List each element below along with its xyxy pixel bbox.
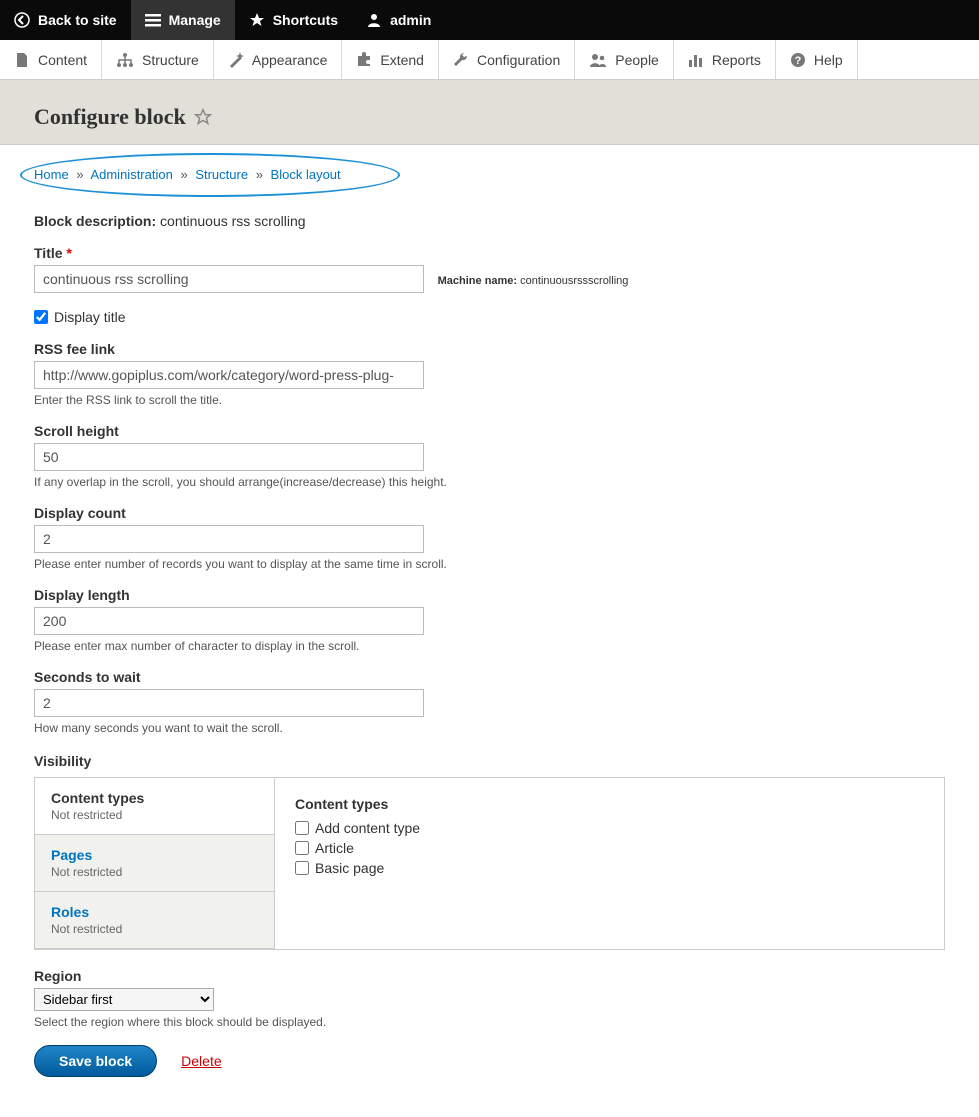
content-region: Home » Administration » Structure » Bloc…	[0, 145, 979, 1117]
reports-tab[interactable]: Reports	[674, 40, 776, 79]
opt-basic-page[interactable]: Basic page	[295, 860, 924, 876]
display-length-input[interactable]	[34, 607, 424, 635]
configuration-tab[interactable]: Configuration	[439, 40, 575, 79]
display-title-checkbox[interactable]	[34, 310, 48, 324]
admin-menu: Content Structure Appearance Extend Conf…	[0, 40, 979, 80]
visibility-tabs-nav: Content types Not restricted Pages Not r…	[35, 778, 275, 949]
opt-add-content-type[interactable]: Add content type	[295, 820, 924, 836]
region-label: Region	[34, 968, 945, 984]
toolbar-top: Back to site Manage Shortcuts admin	[0, 0, 979, 40]
help-tab[interactable]: ? Help	[776, 40, 858, 79]
manage-button[interactable]: Manage	[131, 0, 235, 40]
content-tab[interactable]: Content	[0, 40, 102, 79]
display-count-input[interactable]	[34, 525, 424, 553]
scroll-height-desc: If any overlap in the scroll, you should…	[34, 475, 945, 489]
back-to-site-button[interactable]: Back to site	[0, 0, 131, 40]
back-to-site-label: Back to site	[38, 12, 117, 28]
region-select[interactable]: Sidebar first	[34, 988, 214, 1011]
page-title-area: Configure block	[0, 80, 979, 145]
rss-link-desc: Enter the RSS link to scroll the title.	[34, 393, 945, 407]
display-title-row: Display title	[34, 309, 945, 325]
delete-link[interactable]: Delete	[181, 1053, 221, 1069]
extend-label: Extend	[380, 52, 424, 68]
seconds-wait-label: Seconds to wait	[34, 669, 945, 685]
extend-tab[interactable]: Extend	[342, 40, 439, 79]
structure-label: Structure	[142, 52, 199, 68]
breadcrumb-home[interactable]: Home	[34, 167, 69, 182]
block-description-value: continuous rss scrolling	[160, 213, 306, 229]
help-icon: ?	[790, 52, 806, 68]
breadcrumb-structure[interactable]: Structure	[195, 167, 248, 182]
breadcrumb: Home » Administration » Structure » Bloc…	[34, 163, 945, 182]
display-count-label: Display count	[34, 505, 945, 521]
appearance-tab[interactable]: Appearance	[214, 40, 343, 79]
people-label: People	[615, 52, 659, 68]
people-tab[interactable]: People	[575, 40, 674, 79]
people-icon	[589, 52, 607, 68]
appearance-label: Appearance	[252, 52, 328, 68]
title-row: Title * Machine name: continuousrssscrol…	[34, 245, 945, 293]
puzzle-icon	[356, 52, 372, 68]
scroll-height-input[interactable]	[34, 443, 424, 471]
admin-user-button[interactable]: admin	[352, 0, 445, 40]
visibility-heading: Visibility	[34, 753, 945, 769]
display-count-row: Display count Please enter number of rec…	[34, 505, 945, 571]
scroll-height-row: Scroll height If any overlap in the scro…	[34, 423, 945, 489]
admin-label: admin	[390, 12, 431, 28]
panel-title: Content types	[295, 796, 924, 812]
wrench-icon	[453, 52, 469, 68]
display-count-desc: Please enter number of records you want …	[34, 557, 945, 571]
form-actions: Save block Delete	[34, 1045, 945, 1077]
seconds-wait-row: Seconds to wait How many seconds you wan…	[34, 669, 945, 735]
page-title: Configure block	[34, 104, 959, 130]
scroll-height-label: Scroll height	[34, 423, 945, 439]
structure-tab[interactable]: Structure	[102, 40, 214, 79]
configuration-label: Configuration	[477, 52, 560, 68]
breadcrumb-administration[interactable]: Administration	[90, 167, 172, 182]
document-icon	[14, 52, 30, 68]
save-block-button[interactable]: Save block	[34, 1045, 157, 1077]
vtab-content-types[interactable]: Content types Not restricted	[35, 778, 274, 835]
display-length-row: Display length Please enter max number o…	[34, 587, 945, 653]
visibility-panel: Content types Add content type Article B…	[275, 778, 944, 949]
visibility-tabs: Content types Not restricted Pages Not r…	[34, 777, 945, 950]
breadcrumb-block-layout[interactable]: Block layout	[271, 167, 341, 182]
breadcrumb-wrap: Home » Administration » Structure » Bloc…	[34, 163, 945, 195]
vtab-pages[interactable]: Pages Not restricted	[35, 835, 274, 892]
region-desc: Select the region where this block shoul…	[34, 1015, 945, 1029]
block-description-label: Block description:	[34, 213, 156, 229]
opt-article[interactable]: Article	[295, 840, 924, 856]
chevron-left-circle-icon	[14, 12, 30, 28]
content-label: Content	[38, 52, 87, 68]
star-icon	[249, 12, 265, 28]
machine-name: Machine name: continuousrssscrolling	[438, 275, 629, 287]
page-title-text: Configure block	[34, 104, 186, 130]
hierarchy-icon	[116, 52, 134, 68]
wand-icon	[228, 52, 244, 68]
manage-label: Manage	[169, 12, 221, 28]
star-outline-icon[interactable]	[194, 108, 212, 126]
bar-chart-icon	[688, 52, 704, 68]
reports-label: Reports	[712, 52, 761, 68]
svg-text:?: ?	[795, 55, 802, 67]
shortcuts-label: Shortcuts	[273, 12, 338, 28]
title-label: Title *	[34, 245, 945, 261]
shortcuts-button[interactable]: Shortcuts	[235, 0, 352, 40]
display-title-label: Display title	[54, 309, 126, 325]
title-input[interactable]	[34, 265, 424, 293]
region-row: Region Sidebar first Select the region w…	[34, 968, 945, 1029]
rss-link-label: RSS fee link	[34, 341, 945, 357]
seconds-wait-desc: How many seconds you want to wait the sc…	[34, 721, 945, 735]
display-length-desc: Please enter max number of character to …	[34, 639, 945, 653]
rss-link-input[interactable]	[34, 361, 424, 389]
rss-link-row: RSS fee link Enter the RSS link to scrol…	[34, 341, 945, 407]
seconds-wait-input[interactable]	[34, 689, 424, 717]
person-icon	[366, 12, 382, 28]
menu-icon	[145, 12, 161, 28]
block-description: Block description: continuous rss scroll…	[34, 213, 945, 229]
display-length-label: Display length	[34, 587, 945, 603]
help-label: Help	[814, 52, 843, 68]
vtab-roles[interactable]: Roles Not restricted	[35, 892, 274, 949]
